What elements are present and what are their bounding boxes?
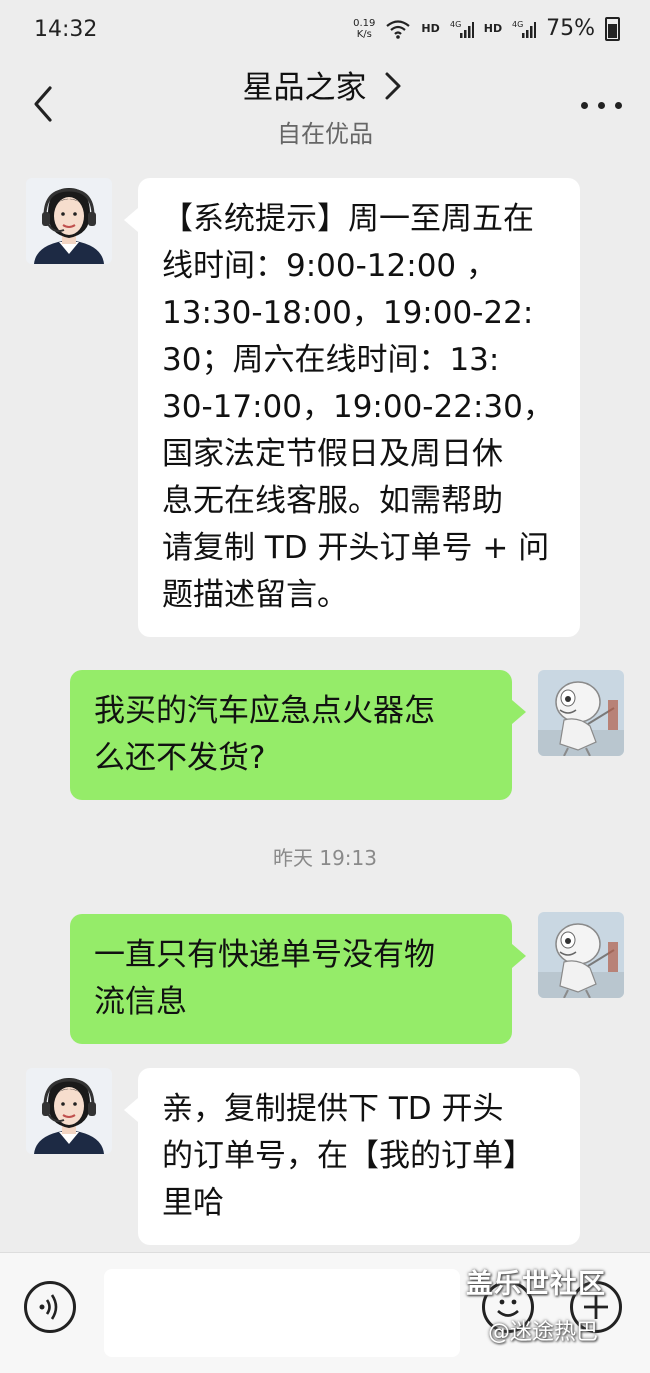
watermark-author: @迷途热巴	[488, 1320, 599, 1345]
chevron-right-icon[interactable]	[378, 66, 408, 106]
hd-badge-1: HD	[421, 22, 440, 35]
title-row[interactable]: 星品之家	[0, 62, 650, 107]
dot-icon	[615, 102, 622, 109]
user-avatar[interactable]	[538, 912, 624, 998]
message-line: 一直只有快递单号没有物	[94, 937, 435, 973]
message-line: 流信息	[94, 984, 187, 1020]
user-avatar-image	[538, 670, 624, 756]
signal-4g-icon: 4G	[450, 20, 474, 38]
message-bubble-user[interactable]: 一直只有快递单号没有物 流信息	[70, 914, 526, 1044]
message-line: 30；周六在线时间：13:	[162, 342, 500, 378]
message-bubble-agent[interactable]: 亲，复制提供下 TD 开头 的订单号，在【我的订单】 里哈	[124, 1068, 580, 1245]
shop-subtitle: 自在优品	[277, 120, 373, 148]
shop-title[interactable]: 星品之家	[242, 62, 366, 107]
status-time: 14:32	[34, 17, 98, 42]
user-avatar[interactable]	[538, 670, 624, 756]
network-speed: 0.19 K/s	[353, 18, 375, 40]
network-speed-unit: K/s	[356, 28, 372, 40]
more-options-button[interactable]	[581, 102, 622, 109]
message-line: 么还不发货?	[94, 740, 266, 776]
agent-avatar-image	[26, 1068, 112, 1154]
network-speed-value: 0.19	[353, 17, 376, 29]
message-line: 亲，复制提供下 TD 开头	[162, 1091, 504, 1127]
hd-badge-2: HD	[483, 22, 503, 35]
wifi-icon	[386, 19, 411, 39]
signal-4g-icon-2: 4G	[512, 20, 537, 38]
message-line: 13:30-18:00，19:00-22:	[162, 295, 534, 331]
message-line: 请复制 TD 开头订单号 + 问	[162, 530, 550, 566]
chat-header: 星品之家 自在优品	[0, 62, 650, 162]
agent-avatar-image	[26, 178, 112, 264]
svg-text:4G: 4G	[450, 20, 461, 29]
message-line: 题描述留言。	[162, 577, 348, 613]
svg-text:4G: 4G	[512, 20, 523, 29]
message-line: 的订单号，在【我的订单】	[162, 1138, 534, 1174]
voice-icon	[39, 1294, 58, 1320]
message-bubble-agent[interactable]: 【系统提示】周一至周五在 线时间：9:00-12:00 ， 13:30-18:0…	[124, 178, 580, 637]
battery-percent: 75%	[546, 16, 595, 41]
message-bubble-user[interactable]: 我买的汽车应急点火器怎 么还不发货?	[70, 670, 526, 800]
message-line: 30-17:00，19:00-22:30，	[162, 389, 554, 425]
message-line: 线时间：9:00-12:00 ，	[162, 248, 497, 284]
user-avatar-image	[538, 912, 624, 998]
message-input[interactable]	[104, 1269, 460, 1357]
agent-avatar[interactable]	[26, 1068, 112, 1154]
message-line: 里哈	[162, 1185, 224, 1221]
message-line: 我买的汽车应急点火器怎	[94, 693, 435, 729]
watermark-community: 盖乐世社区	[466, 1269, 606, 1300]
agent-avatar[interactable]	[26, 178, 112, 264]
message-line: 国家法定节假日及周日休	[162, 436, 503, 472]
voice-button[interactable]	[24, 1281, 76, 1333]
dot-icon	[598, 102, 605, 109]
message-line: 【系统提示】周一至周五在	[162, 201, 534, 237]
message-timestamp: 昨天 19:13	[273, 846, 377, 870]
status-bar: 14:32 0.19 K/s HD 4G HD 4G 75%	[0, 0, 650, 62]
dot-icon	[581, 102, 588, 109]
message-line: 息无在线客服。如需帮助	[162, 483, 503, 519]
battery-icon	[605, 16, 620, 41]
status-icons: 0.19 K/s HD 4G HD 4G 75%	[353, 16, 620, 41]
